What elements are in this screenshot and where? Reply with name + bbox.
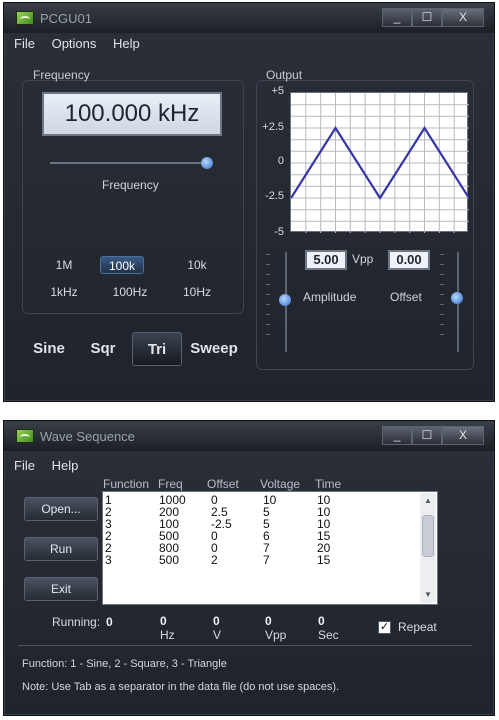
cell-time: 15 bbox=[317, 553, 331, 567]
range-10hz-button[interactable]: 10Hz bbox=[175, 283, 219, 301]
offset-readout: 0 bbox=[213, 614, 220, 628]
voltage-readout: 0 bbox=[265, 614, 272, 628]
column-header-function: Function bbox=[103, 477, 150, 491]
open-button[interactable]: Open... bbox=[24, 497, 98, 521]
menu-help[interactable]: Help bbox=[52, 458, 79, 473]
pcgu-menubar: File Options Help bbox=[14, 36, 153, 51]
column-header-voltage: Voltage bbox=[260, 477, 301, 491]
run-button[interactable]: Run bbox=[24, 537, 98, 561]
cell-offset: 2 bbox=[211, 553, 218, 567]
amplitude-slider-ticks bbox=[266, 254, 270, 344]
column-header-time: Time bbox=[315, 477, 342, 491]
running-value: 0 bbox=[106, 615, 113, 629]
app-icon bbox=[16, 11, 34, 25]
y-tick-label: -2.5 bbox=[265, 190, 284, 202]
window-title: Wave Sequence bbox=[40, 429, 135, 444]
output-group-label: Output bbox=[266, 68, 303, 82]
scroll-down-icon[interactable]: ▼ bbox=[422, 589, 434, 601]
pcgu-titlebar[interactable]: PCGU01 _ ☐ X bbox=[4, 3, 494, 33]
cell-freq: 500 bbox=[159, 553, 180, 567]
exit-button[interactable]: Exit bbox=[24, 577, 98, 601]
time-readout: 0 bbox=[318, 614, 325, 628]
wave-sequence-titlebar[interactable]: Wave Sequence _ ☐ X bbox=[4, 421, 494, 451]
cell-voltage: 7 bbox=[263, 553, 270, 567]
plot-grid bbox=[291, 93, 469, 233]
frequency-slider-label: Frequency bbox=[102, 178, 159, 192]
repeat-label: Repeat bbox=[398, 620, 437, 634]
offset-value-field[interactable]: 0.00 bbox=[388, 250, 430, 270]
sequence-list[interactable]: 1 1000 0 10 10 2 200 2.5 5 10 3 100 -2.5… bbox=[102, 491, 438, 605]
frequency-display: 100.000 kHz bbox=[42, 92, 222, 136]
close-button[interactable]: X bbox=[442, 426, 484, 445]
minimize-button[interactable]: _ bbox=[382, 426, 412, 445]
output-waveform-plot bbox=[290, 92, 470, 233]
separator-note: Note: Use Tab as a separator in the data… bbox=[22, 681, 340, 693]
menu-help[interactable]: Help bbox=[113, 36, 140, 51]
app-icon bbox=[16, 429, 34, 443]
y-tick-label: +2.5 bbox=[262, 121, 284, 133]
scroll-up-icon[interactable]: ▲ bbox=[422, 495, 434, 507]
waveform-svg bbox=[290, 93, 470, 233]
frequency-slider-thumb[interactable] bbox=[201, 157, 213, 169]
running-label: Running: bbox=[52, 615, 101, 629]
y-tick-label: 0 bbox=[277, 155, 284, 167]
range-1khz-button[interactable]: 1kHz bbox=[42, 283, 86, 301]
repeat-checkbox[interactable]: ✓ bbox=[378, 621, 391, 634]
range-10k-button[interactable]: 10k bbox=[175, 256, 219, 274]
range-1m-button[interactable]: 1M bbox=[42, 256, 86, 274]
freq-readout: 0 bbox=[160, 614, 167, 628]
range-100hz-button[interactable]: 100Hz bbox=[108, 283, 152, 301]
offset-slider-ticks bbox=[440, 254, 444, 344]
divider bbox=[18, 645, 472, 646]
amplitude-label: Amplitude bbox=[303, 290, 357, 304]
wave-sqr-button[interactable]: Sqr bbox=[84, 332, 122, 366]
window-title: PCGU01 bbox=[40, 11, 93, 26]
range-100k-button[interactable]: 100k bbox=[100, 256, 144, 274]
voltage-unit: Vpp bbox=[265, 628, 287, 642]
menu-file[interactable]: File bbox=[14, 36, 35, 51]
offset-unit: V bbox=[213, 628, 222, 642]
scrollbar-thumb[interactable] bbox=[422, 515, 434, 557]
wave-tri-button[interactable]: Tri bbox=[132, 332, 182, 366]
freq-unit: Hz bbox=[160, 628, 175, 642]
cell-function: 3 bbox=[105, 553, 112, 567]
wave-sweep-button[interactable]: Sweep bbox=[188, 332, 240, 366]
amplitude-unit: Vpp bbox=[352, 252, 374, 266]
offset-label: Offset bbox=[390, 290, 422, 304]
wave-sine-button[interactable]: Sine bbox=[28, 332, 70, 366]
offset-slider-thumb[interactable] bbox=[451, 292, 463, 304]
menu-options[interactable]: Options bbox=[52, 36, 97, 51]
amplitude-slider-thumb[interactable] bbox=[279, 294, 291, 306]
amplitude-value-field[interactable]: 5.00 bbox=[305, 250, 347, 270]
y-tick-label: +5 bbox=[271, 85, 284, 97]
list-scrollbar[interactable]: ▲ ▼ bbox=[420, 493, 436, 603]
frequency-slider-track[interactable] bbox=[50, 162, 212, 164]
column-header-freq: Freq bbox=[158, 477, 183, 491]
y-tick-label: -5 bbox=[274, 226, 284, 238]
frequency-group-label: Frequency bbox=[33, 68, 90, 82]
close-button[interactable]: X bbox=[442, 8, 484, 27]
maximize-button[interactable]: ☐ bbox=[412, 8, 442, 27]
function-legend-note: Function: 1 - Sine, 2 - Square, 3 - Tria… bbox=[22, 658, 227, 670]
minimize-button[interactable]: _ bbox=[382, 8, 412, 27]
time-unit: Sec bbox=[318, 628, 339, 642]
maximize-button[interactable]: ☐ bbox=[412, 426, 442, 445]
wave-sequence-menubar: File Help bbox=[14, 458, 91, 473]
column-header-offset: Offset bbox=[207, 477, 239, 491]
menu-file[interactable]: File bbox=[14, 458, 35, 473]
